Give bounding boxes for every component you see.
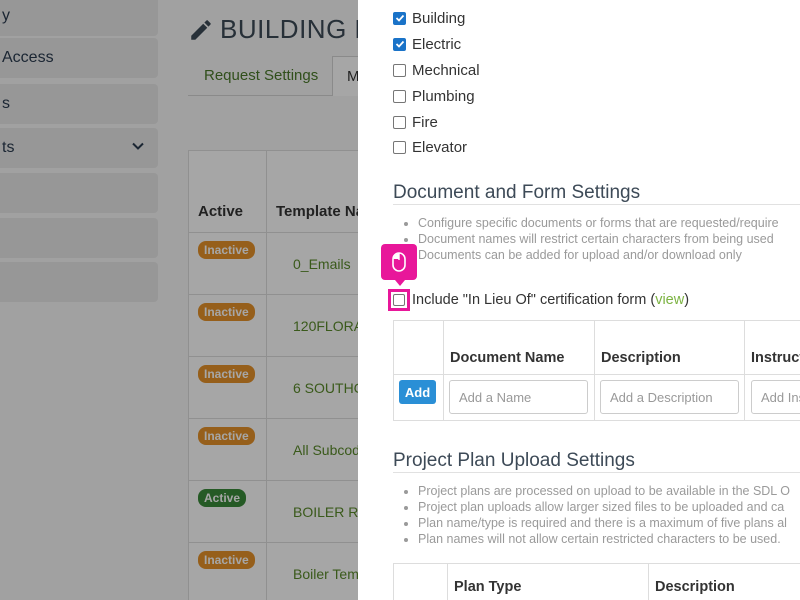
- table-header: Plan Type Description: [394, 564, 800, 600]
- checkbox-label: Fire: [412, 113, 438, 131]
- checkbox-electric[interactable]: Electric: [393, 34, 461, 54]
- column-header-description: Description: [649, 564, 800, 600]
- plan-section-title: Project Plan Upload Settings: [393, 450, 635, 471]
- document-name-input[interactable]: [449, 380, 588, 414]
- note-item: Configure specific documents or forms th…: [418, 215, 779, 231]
- note-item: Document names will restrict certain cha…: [418, 231, 779, 247]
- checkbox-label: Plumbing: [412, 87, 475, 105]
- checkbox-plumbing[interactable]: Plumbing: [393, 86, 475, 106]
- table-header: Document Name Description Instruct: [394, 321, 800, 375]
- checkbox-label: Elevator: [412, 138, 468, 156]
- checkmark-icon: [395, 40, 404, 48]
- checkbox-control[interactable]: [393, 37, 406, 51]
- note-item: Plan names will not allow certain restri…: [418, 531, 790, 547]
- documents-table: Document Name Description Instruct Add: [393, 320, 800, 421]
- click-indicator: [381, 244, 417, 286]
- checkbox-label: Electric: [412, 35, 462, 53]
- section-divider: [393, 204, 800, 205]
- note-item: Project plan uploads allow larger sized …: [418, 499, 790, 515]
- column-header-actions: [394, 564, 448, 600]
- note-item: Documents can be added for upload and/or…: [418, 247, 779, 263]
- column-header-actions: [394, 321, 444, 375]
- column-header-description: Description: [595, 321, 745, 375]
- note-item: Project plans are processed on upload to…: [418, 483, 790, 499]
- checkbox-elevator[interactable]: Elevator: [393, 137, 467, 157]
- in-lieu-of-label: Include "In Lieu Of" certification form …: [412, 292, 656, 308]
- document-section-title: Document and Form Settings: [393, 182, 641, 203]
- checkbox-control[interactable]: [393, 140, 406, 154]
- checkbox-control[interactable]: [393, 115, 406, 129]
- column-header-instructions: Instruct: [745, 321, 800, 375]
- section-divider: [393, 472, 800, 473]
- checkbox-control[interactable]: [393, 11, 406, 25]
- document-description-input[interactable]: [600, 380, 739, 414]
- checkbox-building[interactable]: Building: [393, 8, 465, 28]
- table-row-new-document: Add: [394, 375, 800, 421]
- document-instructions-input[interactable]: [751, 380, 800, 414]
- note-item: Plan name/type is required and there is …: [418, 515, 790, 531]
- in-lieu-of-option[interactable]: Include "In Lieu Of" certification form …: [388, 289, 689, 311]
- checkbox-control[interactable]: [393, 89, 406, 103]
- checkbox-mechnical[interactable]: Mechnical: [393, 60, 480, 80]
- highlight-box: [388, 289, 410, 311]
- document-section-notes: Configure specific documents or forms th…: [418, 215, 779, 263]
- in-lieu-of-suffix: ): [684, 292, 690, 308]
- view-link[interactable]: view: [655, 292, 684, 308]
- column-header-plan-type: Plan Type: [448, 564, 649, 600]
- checkmark-icon: [395, 14, 404, 22]
- plan-section-notes: Project plans are processed on upload to…: [418, 483, 790, 547]
- plans-table: Plan Type Description: [393, 563, 800, 600]
- checkbox-label: Building: [412, 9, 466, 27]
- add-document-button[interactable]: Add: [399, 380, 436, 404]
- checkbox-label: Mechnical: [412, 61, 480, 79]
- column-header-document-name: Document Name: [444, 321, 595, 375]
- in-lieu-of-checkbox[interactable]: [393, 294, 405, 306]
- settings-modal: Building Electric Mechnical Plumbing Fir…: [358, 0, 800, 600]
- checkbox-control[interactable]: [393, 63, 406, 77]
- mouse-icon: [392, 252, 406, 272]
- checkbox-fire[interactable]: Fire: [393, 112, 438, 132]
